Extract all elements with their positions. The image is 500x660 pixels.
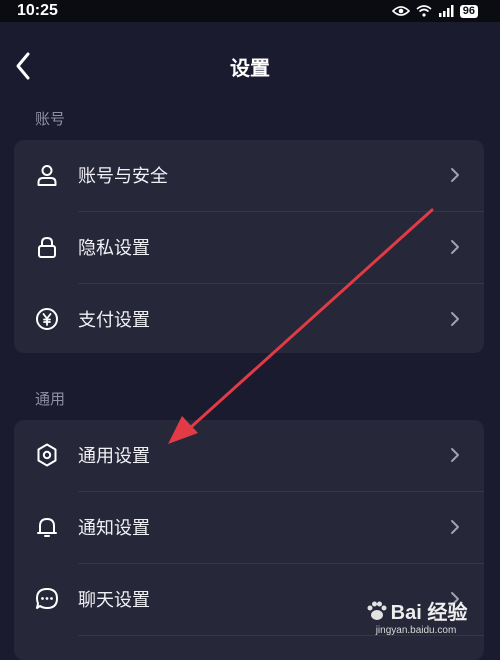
user-icon: [35, 163, 59, 187]
status-bar: 10:25 96: [0, 0, 500, 22]
watermark: Bai 经验 jingyan.baidu.com: [356, 596, 476, 636]
settings-item-general[interactable]: 通用设置: [14, 420, 484, 491]
eye-icon: [391, 2, 410, 21]
settings-item-label: 支付设置: [78, 310, 150, 331]
bell-icon: [35, 515, 59, 539]
section-header-general: 通用: [35, 390, 66, 408]
chevron-right-icon: [450, 447, 460, 463]
status-time: 10:25: [17, 2, 58, 19]
wifi-icon: [416, 2, 432, 21]
lock-icon: [35, 235, 59, 259]
watermark-url: jingyan.baidu.com: [375, 625, 457, 636]
chevron-right-icon: [450, 519, 460, 535]
settings-item-label: 聊天设置: [78, 590, 150, 611]
page-title: 设置: [230, 56, 270, 80]
settings-item-account-security[interactable]: 账号与安全: [14, 140, 484, 211]
watermark-text: Bai 经验: [390, 602, 468, 624]
settings-item-label: 隐私设置: [78, 238, 150, 259]
section-header-account: 账号: [35, 110, 66, 128]
chevron-right-icon: [450, 167, 460, 183]
chevron-right-icon: [450, 239, 460, 255]
settings-item-label: 通知设置: [78, 518, 150, 539]
nav-bar: 设置: [0, 22, 500, 110]
settings-item-label: 账号与安全: [78, 166, 168, 187]
paw-icon: [367, 601, 387, 620]
watermark-logo: Bai 经验: [356, 596, 476, 625]
settings-item-payment[interactable]: 支付设置: [14, 284, 484, 355]
gear-icon: [35, 443, 59, 467]
chevron-right-icon: [450, 311, 460, 327]
yen-icon: [35, 307, 59, 331]
signal-icon: [438, 2, 454, 21]
battery-icon: 96: [459, 4, 478, 18]
account-settings-card: 账号与安全 隐私设置 支付设置: [14, 140, 484, 353]
settings-item-privacy[interactable]: 隐私设置: [14, 212, 484, 283]
status-icons: 96: [391, 2, 478, 21]
settings-item-notifications[interactable]: 通知设置: [14, 492, 484, 563]
chat-icon: [35, 587, 59, 611]
settings-item-label: 通用设置: [78, 446, 150, 467]
